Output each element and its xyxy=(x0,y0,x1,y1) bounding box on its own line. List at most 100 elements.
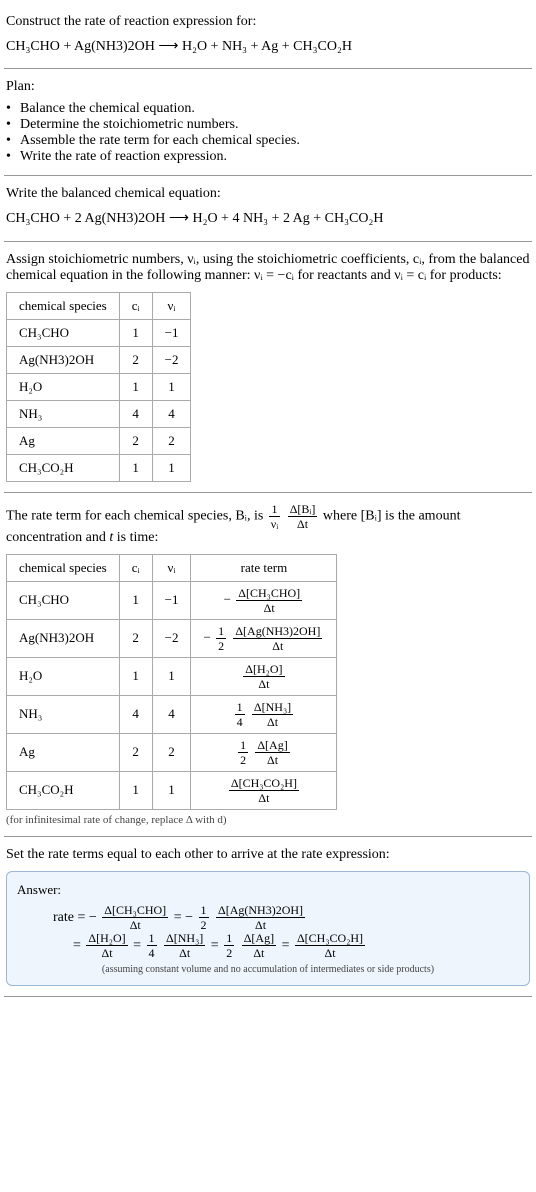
stoich-heading: Assign stoichiometric numbers, νᵢ, using… xyxy=(6,252,530,284)
frac-num: Δ[Ag] xyxy=(255,739,289,753)
equals-sign: = xyxy=(211,938,222,953)
line2-prefix: = xyxy=(73,938,84,953)
frac-num: 1 xyxy=(238,739,248,753)
rate-terms-note: (for infinitesimal rate of change, repla… xyxy=(6,814,530,826)
cell-rateterm: Δ[H₂O]Δt xyxy=(191,657,337,695)
section-intro: Construct the rate of reaction expressio… xyxy=(4,4,532,69)
minus-sign: − xyxy=(185,910,193,925)
cell-v: 2 xyxy=(152,733,191,771)
frac-den: Δt xyxy=(86,946,127,959)
table-row: Ag 2 2 12 Δ[Ag]Δt xyxy=(7,733,337,771)
cell-c: 2 xyxy=(119,733,152,771)
frac-term: Δ[Ag]Δt xyxy=(255,739,289,766)
cell-species: CH₃CO₂H xyxy=(7,771,120,809)
frac-term: Δ[CH₃CO₂H]Δt xyxy=(229,777,299,804)
answer-title: Answer: xyxy=(17,882,519,898)
cell-v: 4 xyxy=(152,400,191,427)
frac-term: Δ[Ag(NH3)2OH]Δt xyxy=(233,625,322,652)
answer-note: (assuming constant volume and no accumul… xyxy=(17,964,519,975)
cell-v: 1 xyxy=(152,657,191,695)
cell-rateterm: 14 Δ[NH₃]Δt xyxy=(191,695,337,733)
frac-num: Δ[Bᵢ] xyxy=(288,503,318,517)
frac-one-over-vi: 1 νᵢ xyxy=(269,503,280,530)
rate-label: rate = xyxy=(53,910,89,925)
table-header-row: chemical species cᵢ νᵢ rate term xyxy=(7,554,337,581)
frac-den: Δt xyxy=(243,677,284,690)
col-ci: cᵢ xyxy=(119,292,152,319)
bullet-icon: • xyxy=(6,149,14,165)
frac-num: Δ[Ag(NH3)2OH] xyxy=(216,904,305,918)
frac-num: 1 xyxy=(147,932,157,946)
frac-den: 2 xyxy=(199,918,209,931)
cell-species: Ag xyxy=(7,427,120,454)
plan-heading: Plan: xyxy=(6,79,530,95)
col-rateterm: rate term xyxy=(191,554,337,581)
frac-den: Δt xyxy=(102,918,168,931)
cell-v: −1 xyxy=(152,581,191,619)
cell-v: 2 xyxy=(152,427,191,454)
cell-c: 1 xyxy=(119,581,152,619)
heading-text: is time: xyxy=(113,530,158,545)
cell-species: Ag(NH3)2OH xyxy=(7,619,120,657)
frac-term-5: Δ[Ag]Δt xyxy=(242,932,276,959)
frac-num: Δ[NH₃] xyxy=(252,701,293,715)
frac-num: Δ[CH₃CO₂H] xyxy=(295,932,365,946)
frac-num: 1 xyxy=(224,932,234,946)
equals-sign: = xyxy=(133,938,144,953)
cell-v: −2 xyxy=(152,619,191,657)
plan-item: • Balance the chemical equation. xyxy=(6,101,530,117)
bullet-icon: • xyxy=(6,101,14,117)
frac-num: 1 xyxy=(199,904,209,918)
bullet-icon: • xyxy=(6,133,14,149)
col-species: chemical species xyxy=(7,554,120,581)
col-vi: νᵢ xyxy=(152,292,191,319)
frac-coef-2: 12 xyxy=(199,904,209,931)
rate-expression-line1: rate = − Δ[CH₃CHO]Δt = − 12 Δ[Ag(NH3)2OH… xyxy=(17,904,519,932)
bullet-icon: • xyxy=(6,117,14,133)
answer-block: Answer: rate = − Δ[CH₃CHO]Δt = − 12 Δ[Ag… xyxy=(6,871,530,986)
frac-den: Δt xyxy=(242,946,276,959)
section-balanced: Write the balanced chemical equation: CH… xyxy=(4,176,532,241)
heading-text: The rate term for each chemical species,… xyxy=(6,509,267,524)
frac-num: Δ[Ag(NH3)2OH] xyxy=(233,625,322,639)
cell-c: 1 xyxy=(119,771,152,809)
section-plan: Plan: • Balance the chemical equation. • D… xyxy=(4,69,532,176)
frac-term-2: Δ[Ag(NH3)2OH]Δt xyxy=(216,904,305,931)
cell-c: 4 xyxy=(119,400,152,427)
frac-coef: 12 xyxy=(216,625,226,652)
section-final: Set the rate terms equal to each other t… xyxy=(4,837,532,997)
frac-den: 2 xyxy=(216,639,226,652)
frac-term: Δ[CH₃CHO]Δt xyxy=(236,587,302,614)
frac-den: Δt xyxy=(164,946,205,959)
frac-term-6: Δ[CH₃CO₂H]Δt xyxy=(295,932,365,959)
final-heading: Set the rate terms equal to each other t… xyxy=(6,847,530,863)
frac-num: Δ[Ag] xyxy=(242,932,276,946)
plan-text: Write the rate of reaction expression. xyxy=(20,149,227,165)
cell-v: 1 xyxy=(152,454,191,481)
frac-num: Δ[H₂O] xyxy=(243,663,284,677)
cell-species: Ag(NH3)2OH xyxy=(7,346,120,373)
plan-item: • Determine the stoichiometric numbers. xyxy=(6,117,530,133)
cell-v: 1 xyxy=(152,373,191,400)
rate-expression-line2: = Δ[H₂O]Δt = 14 Δ[NH₃]Δt = 12 Δ[Ag]Δt = … xyxy=(17,932,519,960)
plan-text: Balance the chemical equation. xyxy=(20,101,195,117)
table-row: CH₃CO₂H11 xyxy=(7,454,191,481)
plan-text: Determine the stoichiometric numbers. xyxy=(20,117,239,133)
minus-sign: − xyxy=(89,910,97,925)
cell-species: Ag xyxy=(7,733,120,771)
cell-species: H₂O xyxy=(7,657,120,695)
frac-term-3: Δ[H₂O]Δt xyxy=(86,932,127,959)
cell-c: 2 xyxy=(119,346,152,373)
frac-term-4: Δ[NH₃]Δt xyxy=(164,932,205,959)
frac-den: 4 xyxy=(147,946,157,959)
cell-c: 2 xyxy=(119,619,152,657)
rate-term-table: chemical species cᵢ νᵢ rate term CH₃CHO … xyxy=(6,554,337,810)
table-row: Ag(NH3)2OH 2 −2 − 12 Δ[Ag(NH3)2OH]Δt xyxy=(7,619,337,657)
section-stoich: Assign stoichiometric numbers, νᵢ, using… xyxy=(4,242,532,493)
cell-c: 4 xyxy=(119,695,152,733)
frac-num: Δ[H₂O] xyxy=(86,932,127,946)
col-vi: νᵢ xyxy=(152,554,191,581)
frac-den: 2 xyxy=(224,946,234,959)
frac-den: Δt xyxy=(255,753,289,766)
table-row: CH₃CHO 1 −1 − Δ[CH₃CHO]Δt xyxy=(7,581,337,619)
